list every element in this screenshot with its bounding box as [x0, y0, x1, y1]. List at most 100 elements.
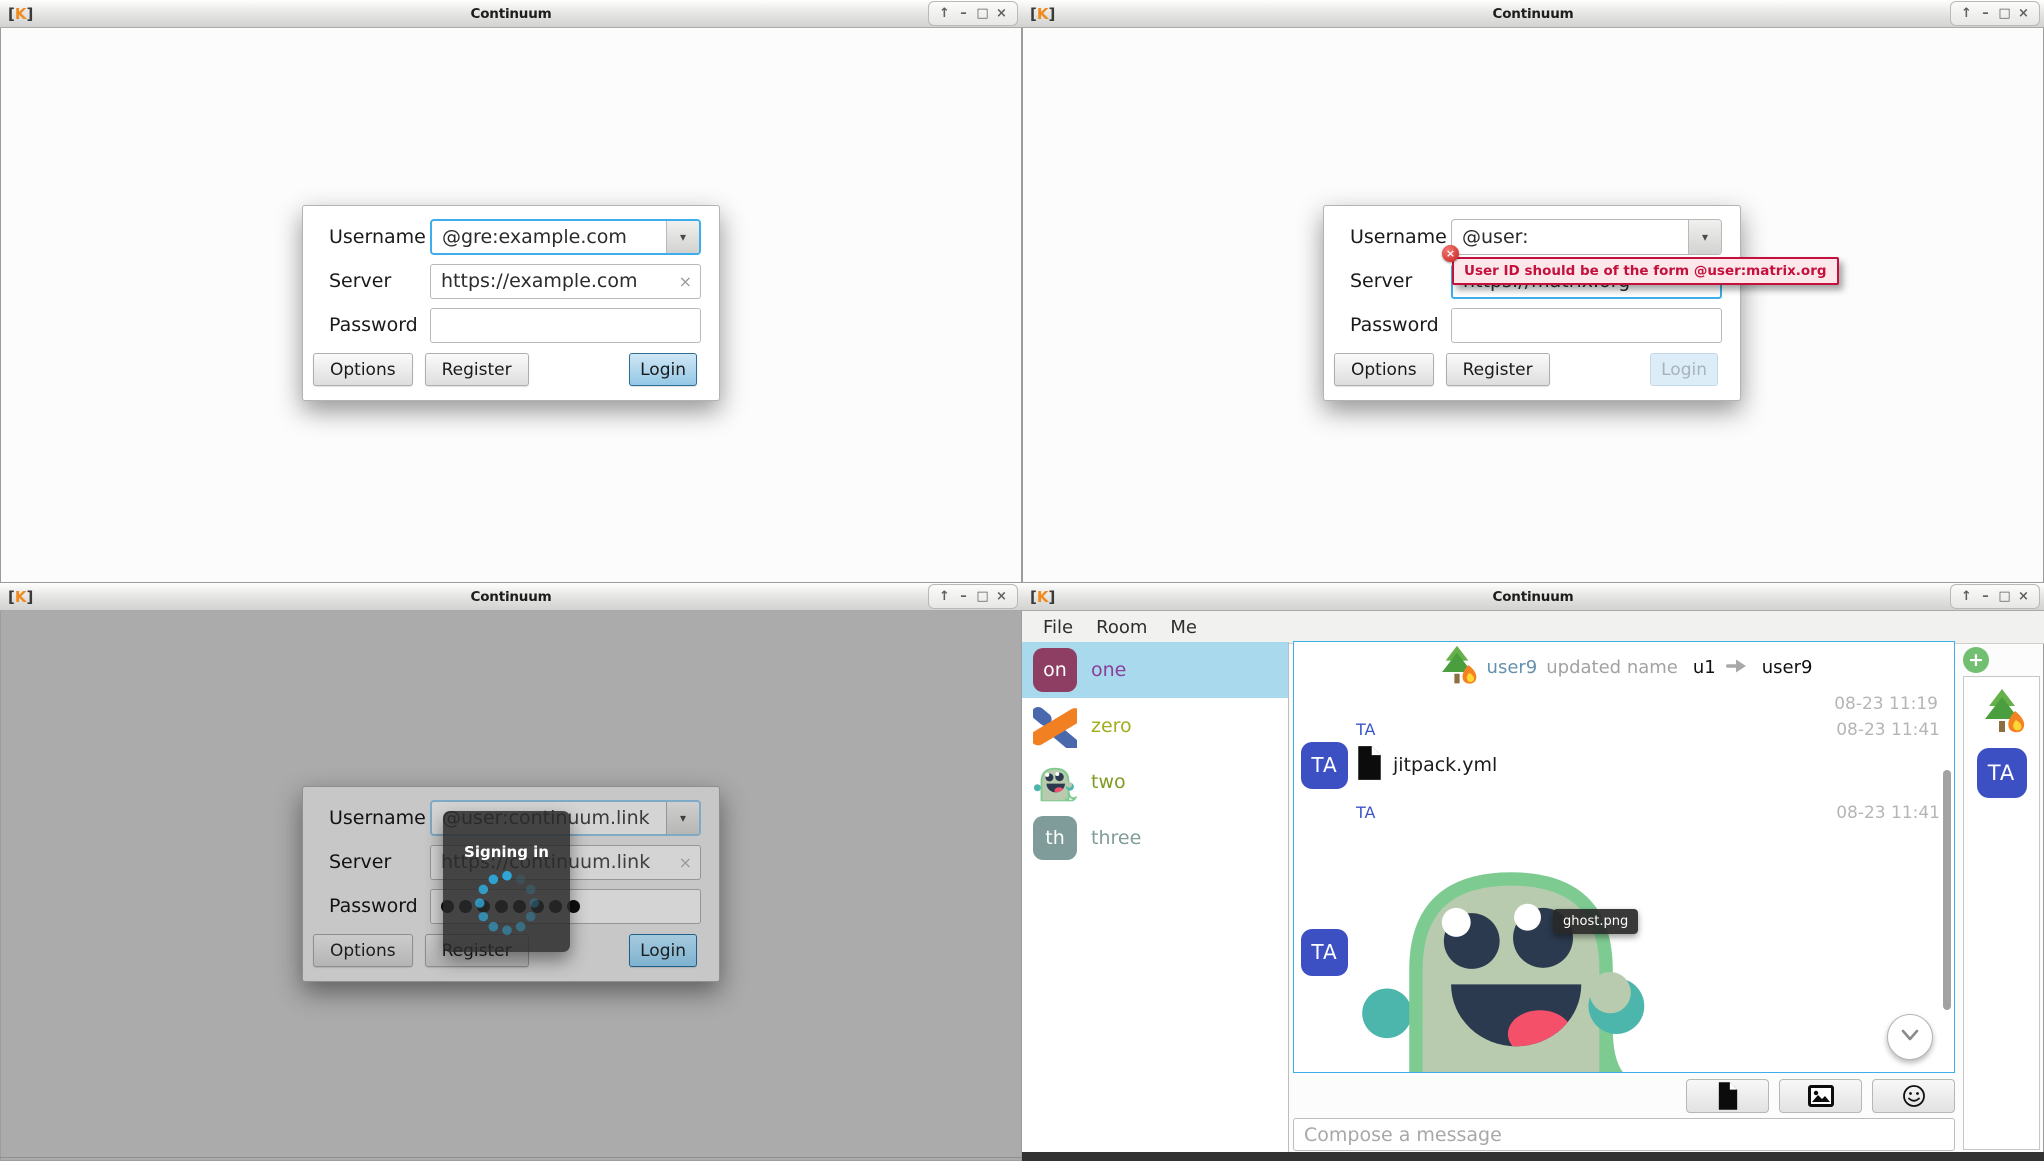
username-label: Username	[1350, 226, 1451, 248]
room-name: zero	[1091, 715, 1132, 737]
menu-me[interactable]: Me	[1170, 617, 1197, 638]
username-value[interactable]: @user:	[1452, 220, 1688, 254]
event-name-change: user9 updated name u1 user9	[1294, 644, 1954, 690]
login-button[interactable]: Login	[629, 353, 697, 386]
minimize-button[interactable]: –	[955, 3, 972, 24]
room-item-three[interactable]: th three	[1022, 810, 1288, 866]
close-button[interactable]: ×	[2015, 586, 2032, 607]
window-bottom-edge	[0, 1157, 1022, 1158]
invite-plus-button[interactable]: +	[1963, 647, 1989, 673]
username-label: Username	[329, 807, 430, 829]
titlebar[interactable]: [K] Continuum ↑ – □ ×	[0, 583, 1022, 611]
register-button[interactable]: Register	[425, 353, 529, 386]
room-name: two	[1091, 771, 1126, 793]
member-avatar-ta[interactable]: TA	[1977, 748, 2027, 798]
signing-in-overlay: Signing in	[443, 811, 570, 952]
emoji-button[interactable]	[1872, 1079, 1955, 1113]
window-login-error: [K] Continuum ↑ – □ × Username @user: ▾ …	[1022, 0, 2044, 583]
avatar[interactable]: TA	[1301, 742, 1348, 789]
attach-image-button[interactable]	[1779, 1079, 1862, 1113]
login-dialog: Username @user: ▾ Server https://matrix.…	[1323, 205, 1741, 401]
menu-room[interactable]: Room	[1096, 617, 1147, 638]
attach-file-button[interactable]	[1686, 1079, 1769, 1113]
server-field[interactable]: https://example.com ×	[430, 264, 701, 299]
maximize-button[interactable]: □	[1996, 3, 2013, 24]
error-icon: ×	[1442, 245, 1459, 262]
password-label: Password	[329, 895, 430, 917]
titlebar[interactable]: [K] Continuum ↑ – □ ×	[1022, 0, 2044, 28]
login-button: Login	[629, 934, 697, 967]
username-combobox[interactable]: @user: ▾	[1451, 219, 1722, 255]
maximize-button[interactable]: □	[974, 586, 991, 607]
room-item-two[interactable]: two	[1022, 754, 1288, 810]
server-label: Server	[1350, 270, 1451, 292]
file-icon	[1356, 746, 1383, 785]
username-label: Username	[329, 226, 430, 248]
shade-button[interactable]: ↑	[936, 3, 953, 24]
scroll-to-bottom-button[interactable]	[1887, 1014, 1933, 1060]
close-button[interactable]: ×	[993, 586, 1010, 607]
shade-button[interactable]: ↑	[936, 586, 953, 607]
shade-button[interactable]: ↑	[1958, 586, 1975, 607]
app-logo-icon: [K]	[8, 588, 33, 606]
window-login-signing-in: [K] Continuum ↑ – □ × Username @user:con…	[0, 583, 1022, 1161]
timestamp: 08-23 11:41	[1836, 720, 1940, 740]
chevron-down-icon[interactable]: ▾	[1688, 220, 1721, 254]
close-button[interactable]: ×	[2015, 3, 2032, 24]
register-button[interactable]: Register	[1446, 353, 1550, 386]
server-value: https://example.com	[441, 270, 638, 292]
chevron-down-icon: ▾	[666, 802, 699, 834]
file-attachment[interactable]: jitpack.yml	[1356, 740, 1940, 790]
password-label: Password	[329, 314, 430, 336]
maximize-button[interactable]: □	[1996, 586, 2013, 607]
timestamp: 08-23 11:19	[1834, 694, 1938, 714]
window-login-filled: [K] Continuum ↑ – □ × Username @gre:exam…	[0, 0, 1022, 583]
options-button[interactable]: Options	[313, 353, 413, 386]
message-file: TA 08-23 11:41 TA jitpack.yml	[1294, 719, 1954, 790]
close-button[interactable]: ×	[993, 3, 1010, 24]
sender-name[interactable]: TA	[1356, 803, 1375, 822]
klogo-avatar-icon	[1033, 704, 1077, 748]
minimize-button[interactable]: –	[1977, 3, 1994, 24]
image-tooltip: ghost.png	[1553, 909, 1638, 934]
username-value[interactable]: @gre:example.com	[432, 221, 666, 253]
room-list: on one zero two th three	[1022, 642, 1289, 1152]
options-button[interactable]: Options	[1334, 353, 1434, 386]
clear-icon[interactable]: ×	[673, 272, 692, 291]
app-logo-icon: [K]	[8, 5, 33, 23]
window-bottom-edge	[1022, 1152, 2044, 1161]
menu-bar: File Room Me	[1022, 611, 2044, 644]
image-attachment-ghost[interactable]: ghost.png	[1356, 823, 1672, 1073]
event-user: user9	[1487, 657, 1538, 678]
timestamp: 08-23 11:41	[1836, 803, 1940, 823]
shade-button[interactable]: ↑	[1958, 3, 1975, 24]
file-icon	[1717, 1082, 1739, 1110]
titlebar[interactable]: [K] Continuum ↑ – □ ×	[1022, 583, 2044, 611]
titlebar[interactable]: [K] Continuum ↑ – □ ×	[0, 0, 1022, 28]
maximize-button[interactable]: □	[974, 3, 991, 24]
room-item-one[interactable]: on one	[1022, 642, 1288, 698]
signing-in-label: Signing in	[464, 843, 549, 861]
minimize-button[interactable]: –	[1977, 586, 1994, 607]
window-chat: [K] Continuum ↑ – □ × File Room Me on on…	[1022, 583, 2044, 1161]
password-field[interactable]	[430, 308, 701, 343]
menu-file[interactable]: File	[1043, 617, 1073, 638]
member-avatar-treefire-icon[interactable]	[1978, 687, 2026, 739]
minimize-button[interactable]: –	[955, 586, 972, 607]
room-item-zero[interactable]: zero	[1022, 698, 1288, 754]
app-logo-icon: [K]	[1030, 588, 1055, 606]
message-list[interactable]: user9 updated name u1 user9 08-23 11:19 …	[1293, 641, 1955, 1073]
avatar[interactable]: TA	[1301, 929, 1348, 976]
scrollbar[interactable]	[1943, 770, 1951, 1010]
compose-input[interactable]	[1293, 1118, 1955, 1151]
window-controls: ↑ – □ ×	[928, 1, 1018, 26]
sender-name[interactable]: TA	[1356, 720, 1375, 739]
window-controls: ↑ – □ ×	[928, 584, 1018, 609]
event-action: updated name	[1546, 657, 1678, 678]
ghost-image	[1356, 823, 1666, 1073]
username-combobox[interactable]: @gre:example.com ▾	[430, 219, 701, 255]
password-field[interactable]	[1451, 308, 1722, 343]
arrow-right-icon	[1725, 657, 1747, 678]
message-image: TA 08-23 11:41 TA ghost.png	[1294, 802, 1954, 1073]
chevron-down-icon[interactable]: ▾	[666, 221, 699, 253]
